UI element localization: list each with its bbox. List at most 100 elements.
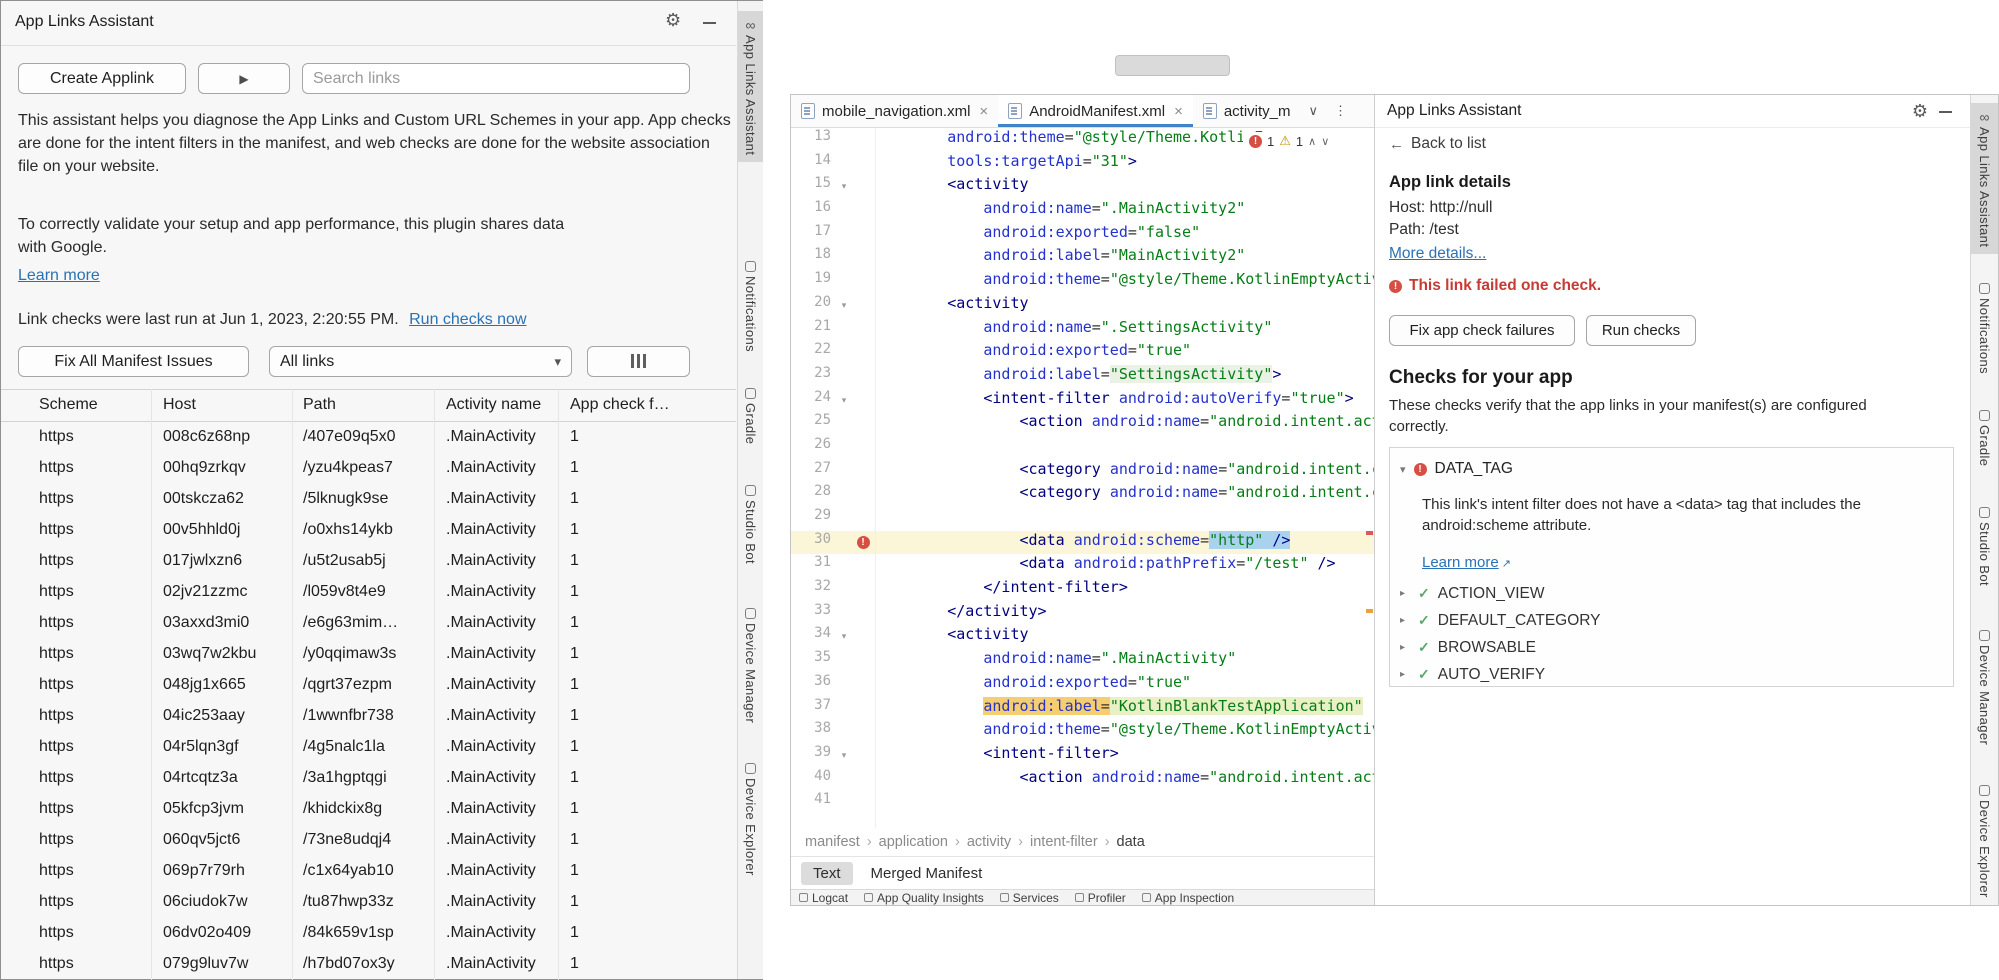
- bottom-tool-bar: Logcat App Quality Insights Services Profil…: [791, 889, 1374, 905]
- table-row[interactable]: https04ic253aay/1wwnfbr738.MainActivity1: [1, 700, 736, 731]
- passed-check-row[interactable]: ▸✓AUTO_VERIFY: [1400, 661, 1601, 688]
- tool-strip-tab-device-manager[interactable]: Device Manager: [1971, 623, 1998, 752]
- table-row[interactable]: https05kfcp3jvm/khidckix8g.MainActivity1: [1, 793, 736, 824]
- column-header[interactable]: Activity name: [446, 390, 541, 420]
- gear-icon[interactable]: ⚙: [665, 10, 681, 31]
- inspection-widget[interactable]: ! 1 ⚠ 1 ∧ ∨: [1243, 132, 1335, 150]
- links-filter-dropdown[interactable]: All links ▾: [269, 346, 572, 377]
- table-row[interactable]: https06dv02o409/84k659v1sp.MainActivity1: [1, 917, 736, 948]
- table-row[interactable]: https04r5lqn3gf/4g5nalc1la.MainActivity1: [1, 731, 736, 762]
- table-row[interactable]: https03wq7w2kbu/y0qqimaw3s.MainActivity1: [1, 638, 736, 669]
- close-icon[interactable]: ×: [979, 103, 988, 120]
- tool-strip-tab-studio-bot[interactable]: Studio Bot: [738, 478, 763, 571]
- tool-strip-tab-device-manager[interactable]: Device Manager: [738, 601, 763, 730]
- tool-strip-tab-notifications[interactable]: Notifications: [738, 254, 763, 359]
- table-row[interactable]: https03axxd3mi0/e6g63mim….MainActivity1: [1, 607, 736, 638]
- table-row[interactable]: https00tskcza62/5lknugk9se.MainActivity1: [1, 483, 736, 514]
- tool-window-button[interactable]: Logcat: [799, 891, 848, 905]
- hidden-tabs-chevron-icon[interactable]: ∨: [1309, 103, 1319, 119]
- editor-view-tab-text[interactable]: Text: [801, 862, 853, 885]
- table-row[interactable]: https069p7r79rh/c1x64yab10.MainActivity1: [1, 855, 736, 886]
- tool-strip-tab-device-explorer[interactable]: Device Explorer: [738, 756, 763, 883]
- column-header[interactable]: Path: [303, 390, 336, 420]
- column-header[interactable]: Host: [163, 390, 196, 420]
- code-editor[interactable]: 13 android:theme="@style/Theme.KotlinEmp…: [791, 128, 1374, 828]
- tool-strip-tab-notifications[interactable]: Notifications: [1971, 276, 1998, 381]
- run-checks-now-link[interactable]: Run checks now: [409, 311, 526, 328]
- editor-view-tab-merged-manifest[interactable]: Merged Manifest: [859, 862, 995, 885]
- next-issue-icon[interactable]: ∨: [1321, 135, 1329, 148]
- warning-stripe-mark[interactable]: [1366, 609, 1373, 613]
- create-applink-button[interactable]: Create Applink: [18, 63, 186, 94]
- code-line: 14 tools:targetApi="31">: [791, 152, 1374, 176]
- table-row[interactable]: https008c6z68np/407e09q5x0.MainActivity1: [1, 421, 736, 452]
- table-cell: 1: [570, 514, 579, 545]
- editor-tab-mobile_navigation.xml[interactable]: mobile_navigation.xml×: [791, 95, 998, 127]
- code-line: 22 android:exported="true": [791, 341, 1374, 365]
- breadcrumb-item[interactable]: data: [1117, 834, 1145, 850]
- tool-window-button[interactable]: App Quality Insights: [864, 891, 984, 905]
- breadcrumb-item[interactable]: activity: [967, 834, 1011, 850]
- back-label: Back to list: [1411, 135, 1486, 153]
- error-stripe-mark[interactable]: [1366, 531, 1373, 535]
- learn-more-link[interactable]: Learn more: [18, 267, 100, 285]
- search-input[interactable]: [302, 63, 690, 94]
- failed-check-row[interactable]: ▾ ! DATA_TAG: [1400, 460, 1513, 478]
- table-row[interactable]: https060qv5jct6/73ne8udqj4.MainActivity1: [1, 824, 736, 855]
- run-button[interactable]: ▶: [198, 63, 290, 94]
- fix-all-manifest-issues-button[interactable]: Fix All Manifest Issues: [18, 346, 249, 377]
- run-checks-button[interactable]: Run checks: [1586, 315, 1696, 346]
- column-header[interactable]: App check f…: [570, 390, 670, 420]
- more-options-icon[interactable]: ⋮: [1334, 103, 1347, 119]
- passed-check-row[interactable]: ▸✓DEFAULT_CATEGORY: [1400, 607, 1601, 634]
- code-line: 33 </activity>: [791, 602, 1374, 626]
- code-line: 39▾ <intent-filter>: [791, 744, 1374, 768]
- table-row[interactable]: https06ciudok7w/tu87hwp33z.MainActivity1: [1, 886, 736, 917]
- table-cell: https: [39, 793, 74, 824]
- table-cell: .MainActivity: [446, 886, 536, 917]
- fold-icon: ▾: [837, 744, 851, 768]
- fold-icon: [837, 507, 851, 531]
- breadcrumb-item[interactable]: manifest: [805, 834, 860, 850]
- editor-tab-bar: mobile_navigation.xml×AndroidManifest.xm…: [791, 95, 1374, 128]
- tool-window-button[interactable]: App Inspection: [1142, 891, 1234, 905]
- editor-tab-androidmanifest.xml[interactable]: AndroidManifest.xml×: [998, 95, 1193, 127]
- table-cell: .MainActivity: [446, 700, 536, 731]
- tool-window-button[interactable]: Profiler: [1075, 891, 1126, 905]
- minimize-icon[interactable]: [703, 22, 716, 24]
- editor-tab-activity_m[interactable]: activity_m: [1193, 95, 1301, 127]
- tool-strip-tab-app-links-assistant[interactable]: ∞App Links Assistant: [1971, 103, 1998, 254]
- fix-app-check-failures-button[interactable]: Fix app check failures: [1389, 315, 1575, 346]
- back-to-list-link[interactable]: ← Back to list: [1389, 135, 1486, 153]
- table-row[interactable]: https02jv21zzmc/l059v8t4e9.MainActivity1: [1, 576, 736, 607]
- tool-strip-tab-device-explorer[interactable]: Device Explorer: [1971, 778, 1998, 905]
- check-icon: ✓: [1418, 612, 1430, 629]
- table-row[interactable]: https079g9luv7w/h7bd07ox3y.MainActivity1: [1, 948, 736, 979]
- tool-window-button[interactable]: Services: [1000, 891, 1059, 905]
- breadcrumb-item[interactable]: intent-filter: [1030, 834, 1098, 850]
- table-row[interactable]: https00hq9zrkqv/yzu4kpeas7.MainActivity1: [1, 452, 736, 483]
- gear-icon[interactable]: ⚙: [1912, 101, 1928, 122]
- table-row[interactable]: https04rtcqtz3a/3a1hgptqgi.MainActivity1: [1, 762, 736, 793]
- learn-more-link[interactable]: Learn more: [1422, 554, 1499, 571]
- breadcrumb-item[interactable]: application: [879, 834, 948, 850]
- column-header[interactable]: Scheme: [39, 390, 98, 420]
- minimize-icon[interactable]: [1939, 111, 1952, 113]
- table-cell: /5lknugk9se: [303, 483, 388, 514]
- passed-check-row[interactable]: ▸✓ACTION_VIEW: [1400, 580, 1601, 607]
- tool-strip-tab-gradle[interactable]: Gradle: [738, 381, 763, 451]
- table-cell: 060qv5jct6: [163, 824, 240, 855]
- tool-strip-tab-studio-bot[interactable]: Studio Bot: [1971, 500, 1998, 593]
- table-cell: /e6g63mim…: [303, 607, 398, 638]
- table-row[interactable]: https00v5hhld0j/o0xhs14ykb.MainActivity1: [1, 514, 736, 545]
- passed-check-row[interactable]: ▸✓BROWSABLE: [1400, 634, 1601, 661]
- tool-strip-tab-gradle[interactable]: Gradle: [1971, 403, 1998, 473]
- fold-icon: [837, 199, 851, 223]
- tool-strip-tab-app-links-assistant[interactable]: ∞App Links Assistant: [738, 11, 763, 162]
- more-details-link[interactable]: More details...: [1389, 245, 1486, 263]
- columns-button[interactable]: [587, 346, 690, 377]
- table-row[interactable]: https048jg1x665/qgrt37ezpm.MainActivity1: [1, 669, 736, 700]
- prev-issue-icon[interactable]: ∧: [1308, 135, 1316, 148]
- table-row[interactable]: https017jwlxzn6/u5t2usab5j.MainActivity1: [1, 545, 736, 576]
- close-icon[interactable]: ×: [1174, 103, 1183, 120]
